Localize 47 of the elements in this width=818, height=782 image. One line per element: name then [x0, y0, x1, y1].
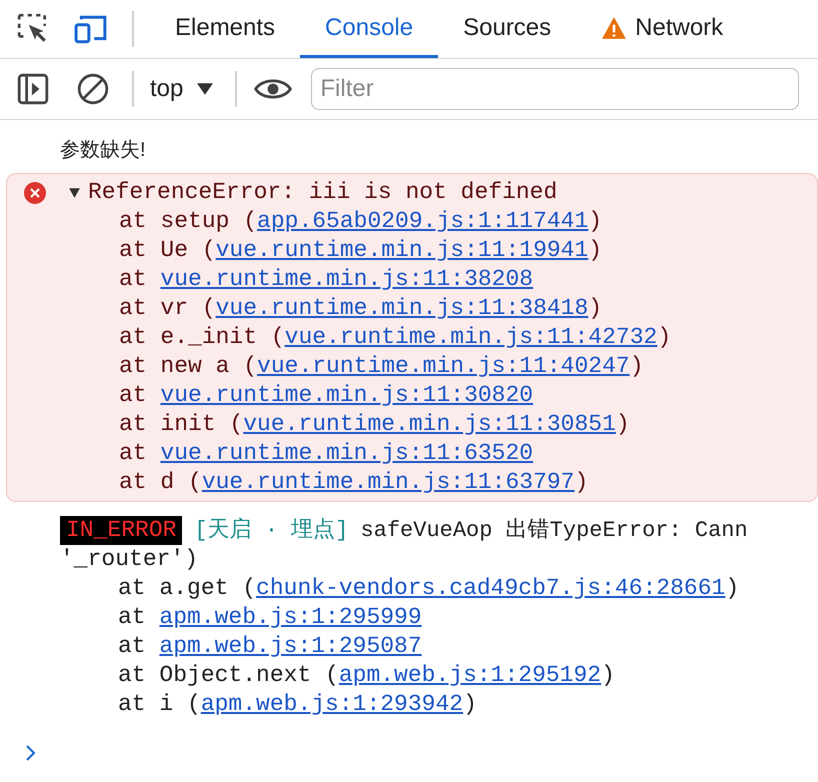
panel-tab[interactable]: Network — [576, 0, 748, 58]
source-link[interactable]: vue.runtime.min.js:11:30820 — [160, 382, 534, 408]
source-link[interactable]: chunk-vendors.cad49cb7.js:46:28661 — [256, 575, 726, 601]
expand-triangle-icon[interactable] — [69, 185, 80, 200]
error-icon — [23, 180, 47, 204]
stack-frame: at i (apm.web.js:1:293942) — [60, 690, 818, 719]
source-link[interactable]: vue.runtime.min.js:11:30851 — [243, 411, 616, 437]
log-message: 参数缺失! — [60, 139, 146, 161]
stack-frame: at apm.web.js:1:295999 — [60, 603, 818, 632]
source-link[interactable]: apm.web.js:1:293942 — [200, 691, 464, 717]
stack-frame: at e._init (vue.runtime.min.js:11:42732) — [7, 323, 817, 352]
panel-tab[interactable]: Sources — [438, 0, 576, 58]
source-link[interactable]: vue.runtime.min.js:11:38208 — [160, 266, 534, 292]
stack-frame: at a.get (chunk-vendors.cad49cb7.js:46:28661) — [60, 574, 818, 603]
filter-field[interactable]: Filter — [311, 68, 800, 110]
source-link[interactable]: vue.runtime.min.js:11:63520 — [160, 440, 534, 466]
source-link[interactable]: app.65ab0209.js:1:117441 — [257, 208, 588, 234]
prompt-icon[interactable] — [26, 745, 36, 761]
stack-frame: at vr (vue.runtime.min.js:11:38418) — [7, 294, 817, 323]
stack-frame: at setup (app.65ab0209.js:1:117441) — [7, 207, 817, 236]
stack-frame: at init (vue.runtime.min.js:11:30851) — [7, 410, 817, 439]
source-link[interactable]: apm.web.js:1:295192 — [338, 662, 602, 688]
panel-tab[interactable]: Elements — [150, 0, 300, 58]
stack-frame: at Object.next (apm.web.js:1:295192) — [60, 661, 818, 690]
message-text: '_router') — [60, 545, 200, 574]
stack-frame: at vue.runtime.min.js:11:30820 — [7, 381, 817, 410]
stack-frame: at d (vue.runtime.min.js:11:63797) — [7, 468, 817, 497]
context-dropdown[interactable]: top — [150, 75, 214, 103]
sidebar-icon[interactable] — [16, 72, 50, 106]
error-text: ReferenceError: iii is not defined — [88, 178, 558, 207]
source-link[interactable]: vue.runtime.min.js:11:42732 — [284, 324, 658, 350]
tag-label: [天启 · 埋点] — [194, 516, 348, 545]
error-badge: IN_ERROR — [60, 516, 182, 545]
stack-frame: at vue.runtime.min.js:11:63520 — [7, 439, 817, 468]
source-link[interactable]: vue.runtime.min.js:11:19941 — [216, 237, 588, 263]
clear-icon[interactable] — [76, 72, 110, 106]
stack-frame: at Ue (vue.runtime.min.js:11:19941) — [7, 236, 817, 265]
stack-frame: at apm.web.js:1:295087 — [60, 632, 818, 661]
message-text: safeVueAop 出错TypeError: Cann — [360, 517, 748, 545]
caret-icon — [197, 83, 214, 95]
source-link[interactable]: vue.runtime.min.js:11:63797 — [202, 469, 574, 495]
source-link[interactable]: vue.runtime.min.js:11:40247 — [257, 353, 630, 379]
source-link[interactable]: vue.runtime.min.js:11:38418 — [216, 295, 588, 321]
source-link[interactable]: apm.web.js:1:295087 — [159, 633, 422, 659]
source-link[interactable]: apm.web.js:1:295999 — [159, 604, 422, 630]
stack-frame: at vue.runtime.min.js:11:38208 — [7, 265, 817, 294]
stack-frame: at new a (vue.runtime.min.js:11:40247) — [7, 352, 817, 381]
